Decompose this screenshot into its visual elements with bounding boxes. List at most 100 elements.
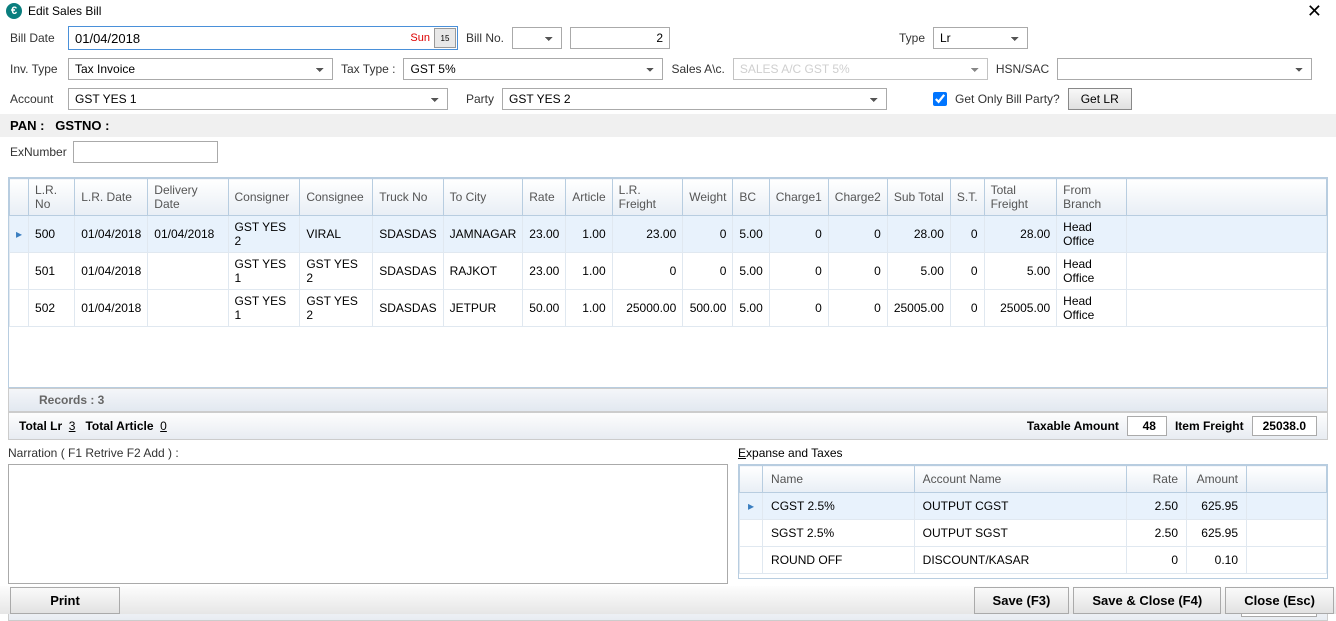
grid-cell: 23.00 — [523, 253, 566, 290]
lr-grid[interactable]: L.R. NoL.R. DateDelivery DateConsignerCo… — [8, 177, 1328, 388]
grid-cell: 5.00 — [733, 290, 769, 327]
expanse-header-cell[interactable]: Name — [763, 466, 915, 493]
hsn-select[interactable] — [1057, 58, 1312, 80]
grid-header[interactable]: Weight — [683, 179, 733, 216]
print-button[interactable]: Print — [10, 587, 120, 614]
grid-header[interactable]: Consigner — [228, 179, 300, 216]
grid-cell: 5.00 — [733, 253, 769, 290]
account-select[interactable]: GST YES 1 — [68, 88, 448, 110]
grid-header[interactable]: Sub Total — [887, 179, 950, 216]
bill-no-prefix-select[interactable] — [512, 27, 562, 49]
expanse-cell: 2.50 — [1127, 520, 1187, 547]
grid-header[interactable]: Article — [566, 179, 612, 216]
calendar-icon[interactable]: 15 — [434, 28, 456, 48]
grid-cell: Head Office — [1057, 253, 1127, 290]
type-select[interactable]: Lr — [933, 27, 1028, 49]
bill-date-input[interactable] — [69, 29, 406, 48]
grid-header[interactable]: Consignee — [300, 179, 373, 216]
table-row[interactable]: 50101/04/2018GST YES 1GST YES 2SDASDASRA… — [10, 253, 1327, 290]
grid-cell: SDASDAS — [373, 216, 443, 253]
inv-type-label: Inv. Type — [10, 62, 60, 76]
narration-label: Narration ( F1 Retrive F2 Add ) : — [8, 446, 728, 460]
grid-header[interactable]: Total Freight — [984, 179, 1057, 216]
expanse-row[interactable]: ROUND OFFDISCOUNT/KASAR00.10 — [740, 547, 1327, 574]
grid-cell: 0 — [950, 290, 984, 327]
sales-ac-select: SALES A/C GST 5% — [733, 58, 988, 80]
grid-cell: 5.00 — [984, 253, 1057, 290]
total-article-label: Total Article — [85, 419, 153, 433]
expanse-cell: 0.10 — [1187, 547, 1247, 574]
grid-cell: 0 — [769, 290, 828, 327]
records-count: Records : 3 — [8, 388, 1328, 412]
grid-cell — [148, 253, 228, 290]
grid-cell: SDASDAS — [373, 253, 443, 290]
grid-cell: JETPUR — [443, 290, 523, 327]
grid-header[interactable]: L.R. Freight — [612, 179, 683, 216]
grid-cell: Head Office — [1057, 216, 1127, 253]
get-lr-button[interactable]: Get LR — [1068, 88, 1132, 110]
exnumber-input[interactable] — [73, 141, 218, 163]
type-label: Type — [899, 31, 925, 45]
grid-cell: 0 — [769, 216, 828, 253]
grid-header[interactable]: L.R. Date — [75, 179, 148, 216]
grid-header[interactable]: Rate — [523, 179, 566, 216]
close-icon[interactable]: ✕ — [1299, 1, 1330, 22]
grid-cell: GST YES 1 — [228, 290, 300, 327]
grid-cell — [148, 290, 228, 327]
inv-type-select[interactable]: Tax Invoice — [68, 58, 333, 80]
grid-header[interactable]: Delivery Date — [148, 179, 228, 216]
expanse-header-cell[interactable]: Amount — [1187, 466, 1247, 493]
expanse-row[interactable]: ▸CGST 2.5%OUTPUT CGST2.50625.95 — [740, 493, 1327, 520]
app-icon: € — [6, 3, 22, 19]
grid-cell: 1.00 — [566, 216, 612, 253]
grid-header[interactable]: L.R. No — [29, 179, 75, 216]
expanse-cell: 625.95 — [1187, 520, 1247, 547]
tax-type-select[interactable]: GST 5% — [403, 58, 663, 80]
grid-header[interactable]: Truck No — [373, 179, 443, 216]
grid-cell: GST YES 1 — [228, 253, 300, 290]
get-only-checkbox[interactable] — [933, 92, 947, 106]
expanse-header-cell[interactable]: Account Name — [914, 466, 1126, 493]
grid-header[interactable]: To City — [443, 179, 523, 216]
grid-cell: VIRAL — [300, 216, 373, 253]
total-lr-value: 3 — [69, 419, 76, 433]
expanse-cell: SGST 2.5% — [763, 520, 915, 547]
save-button[interactable]: Save (F3) — [974, 587, 1070, 614]
bill-date-field[interactable]: Sun 15 — [68, 26, 458, 50]
party-label: Party — [466, 92, 494, 106]
expanse-header-cell[interactable]: Rate — [1127, 466, 1187, 493]
grid-cell: 0 — [683, 216, 733, 253]
grid-cell: GST YES 2 — [300, 253, 373, 290]
expanse-grid[interactable]: NameAccount NameRateAmount ▸CGST 2.5%OUT… — [738, 464, 1328, 579]
save-close-button[interactable]: Save & Close (F4) — [1073, 587, 1221, 614]
taxable-value: 48 — [1127, 416, 1167, 436]
table-row[interactable]: ▸50001/04/201801/04/2018GST YES 2VIRALSD… — [10, 216, 1327, 253]
party-select[interactable]: GST YES 2 — [502, 88, 887, 110]
grid-cell: 50.00 — [523, 290, 566, 327]
grid-cell: 1.00 — [566, 290, 612, 327]
grid-cell: 01/04/2018 — [148, 216, 228, 253]
expanse-row[interactable]: SGST 2.5%OUTPUT SGST2.50625.95 — [740, 520, 1327, 547]
get-only-label: Get Only Bill Party? — [955, 92, 1060, 106]
bill-date-day: Sun — [406, 32, 434, 44]
close-button[interactable]: Close (Esc) — [1225, 587, 1334, 614]
grid-header[interactable]: Charge1 — [769, 179, 828, 216]
expanse-cell: 0 — [1127, 547, 1187, 574]
grid-cell: 0 — [950, 253, 984, 290]
window-title: Edit Sales Bill — [28, 4, 101, 18]
tax-type-label: Tax Type : — [341, 62, 395, 76]
bill-no-input[interactable] — [570, 27, 670, 49]
grid-header[interactable]: From Branch — [1057, 179, 1127, 216]
expanse-cell: ROUND OFF — [763, 547, 915, 574]
gstno-label: GSTNO : — [55, 118, 109, 133]
bill-no-label: Bill No. — [466, 31, 504, 45]
grid-header[interactable]: Charge2 — [828, 179, 887, 216]
narration-textarea[interactable] — [8, 464, 728, 584]
expanse-cell: DISCOUNT/KASAR — [914, 547, 1126, 574]
grid-cell: 5.00 — [887, 253, 950, 290]
grid-header[interactable]: BC — [733, 179, 769, 216]
expanse-cell: 625.95 — [1187, 493, 1247, 520]
grid-header[interactable]: S.T. — [950, 179, 984, 216]
table-row[interactable]: 50201/04/2018GST YES 1GST YES 2SDASDASJE… — [10, 290, 1327, 327]
grid-cell: 0 — [828, 290, 887, 327]
